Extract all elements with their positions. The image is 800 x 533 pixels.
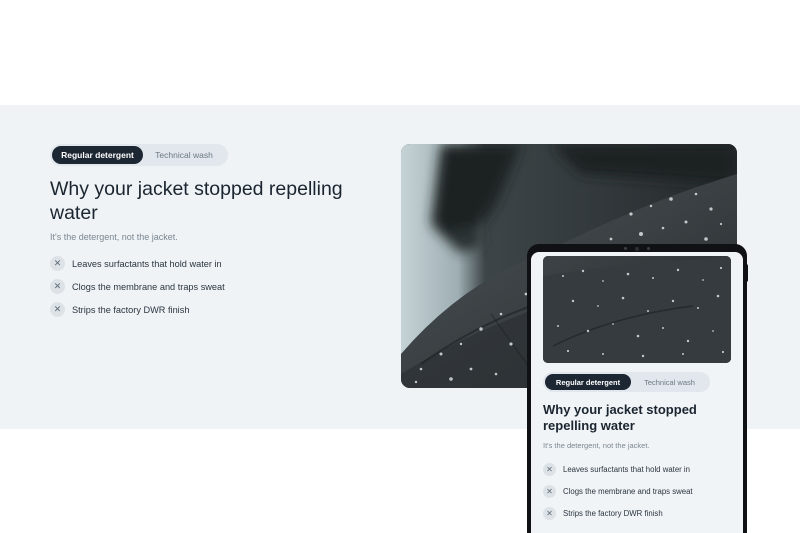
list-item: ✕ Leaves surfactants that hold water in: [543, 463, 693, 476]
list-item-text: Strips the factory DWR finish: [563, 509, 663, 518]
tablet-subline: It's the detergent, not the jacket.: [543, 441, 650, 450]
problem-list: ✕ Leaves surfactants that hold water in …: [50, 256, 225, 325]
detergent-toggle: Regular detergent Technical wash: [50, 144, 228, 166]
tablet-mockup: Regular detergent Technical wash Why you…: [527, 244, 748, 533]
tablet-headline: Why your jacket stopped repelling water: [543, 402, 697, 433]
top-whitespace: [0, 0, 800, 105]
x-icon: ✕: [543, 463, 556, 476]
list-item-text: Strips the factory DWR finish: [72, 304, 190, 315]
x-icon: ✕: [50, 302, 65, 317]
toggle-technical-wash[interactable]: Technical wash: [143, 146, 225, 164]
x-icon: ✕: [50, 256, 65, 271]
list-item-text: Leaves surfactants that hold water in: [563, 465, 690, 474]
list-item: ✕ Clogs the membrane and traps sweat: [543, 485, 693, 498]
tablet-toggle-technical-wash[interactable]: Technical wash: [631, 374, 708, 390]
list-item: ✕ Strips the factory DWR finish: [50, 302, 225, 317]
tablet-screen: Regular detergent Technical wash Why you…: [531, 252, 743, 533]
x-icon: ✕: [543, 507, 556, 520]
tablet-jacket-photo: [543, 256, 731, 363]
list-item: ✕ Clogs the membrane and traps sweat: [50, 279, 225, 294]
x-icon: ✕: [50, 279, 65, 294]
camera-icon: [624, 246, 650, 251]
section-subline: It's the detergent, not the jacket.: [50, 232, 178, 242]
list-item-text: Clogs the membrane and traps sweat: [72, 281, 225, 292]
side-button: [745, 264, 748, 282]
section-headline: Why your jacket stopped repelling water: [50, 178, 343, 224]
x-icon: ✕: [543, 485, 556, 498]
toggle-regular-detergent[interactable]: Regular detergent: [52, 146, 143, 164]
list-item-text: Leaves surfactants that hold water in: [72, 258, 222, 269]
tablet-toggle-regular-detergent[interactable]: Regular detergent: [545, 374, 631, 390]
tablet-problem-list: ✕ Leaves surfactants that hold water in …: [543, 463, 693, 529]
tablet-detergent-toggle: Regular detergent Technical wash: [543, 372, 710, 392]
list-item-text: Clogs the membrane and traps sweat: [563, 487, 693, 496]
list-item: ✕ Leaves surfactants that hold water in: [50, 256, 225, 271]
water-beaded-jacket-image: [543, 256, 731, 363]
list-item: ✕ Strips the factory DWR finish: [543, 507, 693, 520]
